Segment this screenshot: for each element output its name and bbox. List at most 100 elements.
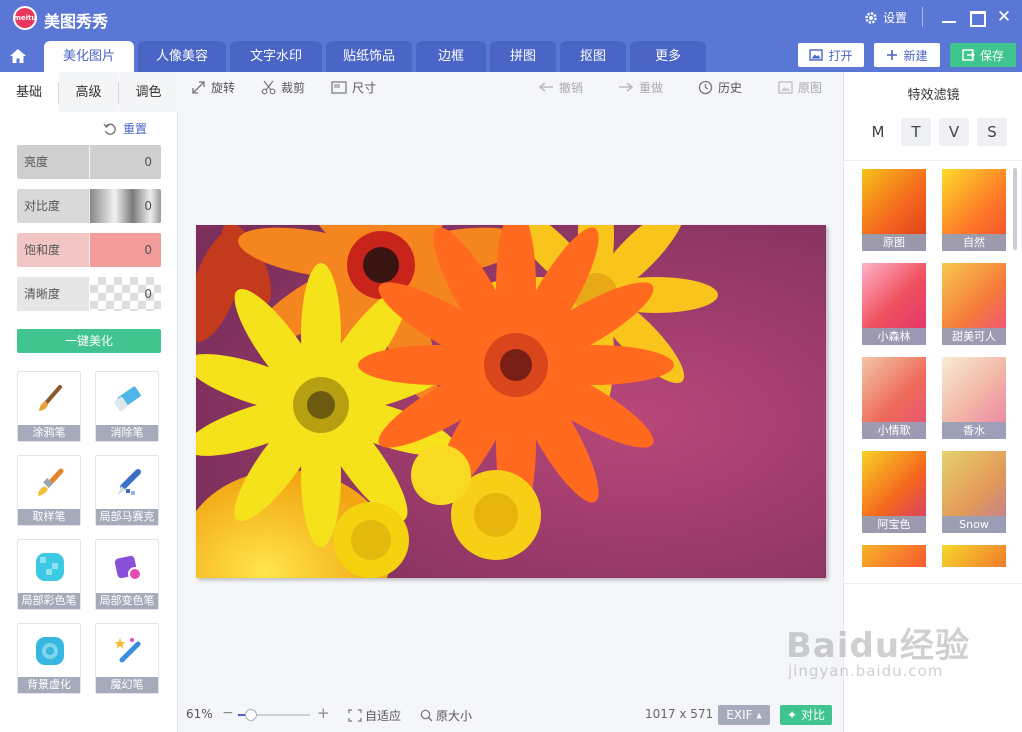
actual-size-button[interactable]: 原大小 bbox=[420, 707, 472, 724]
tool-label: 局部彩色笔 bbox=[18, 593, 80, 609]
tool-local-recolor-pen[interactable]: 局部变色笔 bbox=[95, 539, 159, 610]
open-button[interactable]: 打开 bbox=[798, 43, 864, 67]
size-label: 尺寸 bbox=[352, 80, 377, 95]
tab-more[interactable]: 更多 bbox=[630, 41, 706, 72]
settings-label: 设置 bbox=[883, 11, 908, 25]
zoom-in-button[interactable]: + bbox=[317, 704, 330, 722]
crop-label: 裁剪 bbox=[281, 80, 306, 95]
subtab-basic[interactable]: 基础 bbox=[0, 72, 58, 112]
app-logo-text: meitu bbox=[14, 8, 36, 28]
save-button[interactable]: 保存 bbox=[950, 43, 1016, 67]
home-button[interactable] bbox=[0, 40, 36, 72]
settings-button[interactable]: 设置 bbox=[864, 9, 907, 26]
color-pen-icon bbox=[36, 553, 64, 581]
filter-thumb-little-forest[interactable]: 小森林 bbox=[862, 263, 926, 345]
filter-panel-title: 特效滤镜 bbox=[907, 88, 960, 103]
image-dimensions: 1017 x 571 bbox=[645, 707, 714, 721]
fit-to-window-button[interactable]: 自适应 bbox=[348, 707, 401, 724]
tab-cutout[interactable]: 抠图 bbox=[560, 41, 626, 72]
eraser-icon bbox=[114, 386, 141, 411]
original-button[interactable]: 原图 bbox=[778, 79, 822, 95]
tool-label: 涂鸦笔 bbox=[18, 425, 80, 441]
filter-divider bbox=[844, 160, 1022, 161]
magic-pen-icon bbox=[114, 638, 141, 663]
reset-label: 重置 bbox=[123, 122, 148, 136]
new-button[interactable]: 新建 bbox=[874, 43, 940, 67]
original-label: 原图 bbox=[798, 80, 823, 95]
rotate-button[interactable]: 旋转 bbox=[191, 79, 235, 95]
filter-thumb-love-song[interactable]: 小情歌 bbox=[862, 357, 926, 439]
saturation-value: 0 bbox=[144, 243, 152, 257]
compare-button[interactable]: ✦ 对比 bbox=[780, 705, 832, 725]
filter-thumb-sweet[interactable]: 甜美可人 bbox=[942, 263, 1006, 345]
filter-thumb-abao[interactable]: 阿宝色 bbox=[862, 451, 926, 533]
left-panel: 基础 高级 调色 重置 亮度 0 对比度 0 饱和度 0 清晰度 0 一键美化 bbox=[0, 72, 178, 732]
maximize-button[interactable] bbox=[968, 8, 986, 27]
tool-doodle-pen[interactable]: 涂鸦笔 bbox=[17, 371, 81, 442]
tool-magic-pen[interactable]: 魔幻笔 bbox=[95, 623, 159, 694]
tab-portrait[interactable]: 人像美容 bbox=[138, 41, 226, 72]
arrow-right-icon bbox=[619, 82, 634, 92]
one-click-beautify-button[interactable]: 一键美化 bbox=[17, 329, 161, 353]
filter-label: 小情歌 bbox=[862, 422, 926, 439]
tool-background-blur[interactable]: 背景虚化 bbox=[17, 623, 81, 694]
filter-thumb-natural[interactable]: 自然 bbox=[942, 169, 1006, 251]
history-button[interactable]: 历史 bbox=[698, 79, 742, 95]
tool-eraser-pen[interactable]: 消除笔 bbox=[95, 371, 159, 442]
size-button[interactable]: 尺寸 bbox=[331, 79, 376, 95]
sharpness-slider[interactable]: 清晰度 0 bbox=[17, 277, 161, 311]
subtab-color[interactable]: 调色 bbox=[119, 72, 178, 112]
sample-brush-icon bbox=[38, 468, 64, 496]
actual-size-label: 原大小 bbox=[436, 709, 473, 723]
caret-up-icon: ▲ bbox=[756, 711, 762, 720]
filter-thumb-perfume[interactable]: 香水 bbox=[942, 357, 1006, 439]
tool-sample-pen[interactable]: 取样笔 bbox=[17, 455, 81, 526]
scissors-icon bbox=[261, 80, 276, 94]
crop-button[interactable]: 裁剪 bbox=[261, 79, 305, 95]
titlebar-divider bbox=[922, 7, 923, 27]
tool-local-color-pen[interactable]: 局部彩色笔 bbox=[17, 539, 81, 610]
mosaic-pen-icon bbox=[118, 469, 141, 495]
filter-thumb-partial[interactable] bbox=[942, 545, 1006, 567]
plus-icon bbox=[887, 50, 898, 60]
zoom-out-button[interactable]: − bbox=[222, 705, 234, 721]
image-icon bbox=[809, 49, 824, 61]
exif-label: EXIF bbox=[726, 708, 753, 722]
baidu-watermark: Baidu经验 jingyan.baidu.com bbox=[786, 618, 970, 680]
filter-scrollbar[interactable] bbox=[1013, 168, 1017, 250]
gear-icon bbox=[865, 11, 877, 24]
redo-button[interactable]: 重做 bbox=[618, 79, 663, 95]
photo-canvas[interactable] bbox=[196, 225, 826, 578]
close-button[interactable]: ✕ bbox=[995, 8, 1013, 26]
zoom-slider-handle[interactable] bbox=[245, 709, 257, 721]
brightness-slider[interactable]: 亮度 0 bbox=[17, 145, 161, 179]
contrast-value: 0 bbox=[144, 199, 152, 213]
filter-label: 原图 bbox=[862, 234, 926, 251]
tool-local-mosaic[interactable]: 局部马赛克 bbox=[95, 455, 159, 526]
tab-stickers[interactable]: 贴纸饰品 bbox=[326, 41, 412, 72]
brightness-label: 亮度 bbox=[17, 145, 89, 179]
tab-text-watermark[interactable]: 文字水印 bbox=[230, 41, 322, 72]
watermark-url: jingyan.baidu.com bbox=[788, 662, 944, 680]
tool-label: 魔幻笔 bbox=[96, 677, 158, 693]
zoom-percentage: 61% bbox=[186, 707, 213, 721]
filter-category-m[interactable]: M bbox=[863, 118, 893, 146]
fit-icon bbox=[348, 709, 362, 722]
filter-category-t[interactable]: T bbox=[901, 118, 931, 146]
contrast-slider[interactable]: 对比度 0 bbox=[17, 189, 161, 223]
saturation-slider[interactable]: 饱和度 0 bbox=[17, 233, 161, 267]
filter-thumb-snow[interactable]: Snow bbox=[942, 451, 1006, 533]
filter-category-s[interactable]: S bbox=[977, 118, 1007, 146]
tab-beautify[interactable]: 美化图片 bbox=[44, 41, 134, 72]
filter-category-v[interactable]: V bbox=[939, 118, 969, 146]
minimize-button[interactable] bbox=[940, 8, 958, 26]
filter-thumb-original[interactable]: 原图 bbox=[862, 169, 926, 251]
fit-label: 自适应 bbox=[365, 709, 402, 723]
tab-frames[interactable]: 边框 bbox=[416, 41, 486, 72]
filter-thumb-partial[interactable] bbox=[862, 545, 926, 567]
reset-button[interactable]: 重置 bbox=[103, 120, 147, 137]
undo-button[interactable]: 撤销 bbox=[538, 79, 583, 95]
subtab-advanced[interactable]: 高级 bbox=[59, 72, 118, 112]
exif-button[interactable]: EXIF ▲ bbox=[718, 705, 770, 725]
tab-collage[interactable]: 拼图 bbox=[490, 41, 556, 72]
